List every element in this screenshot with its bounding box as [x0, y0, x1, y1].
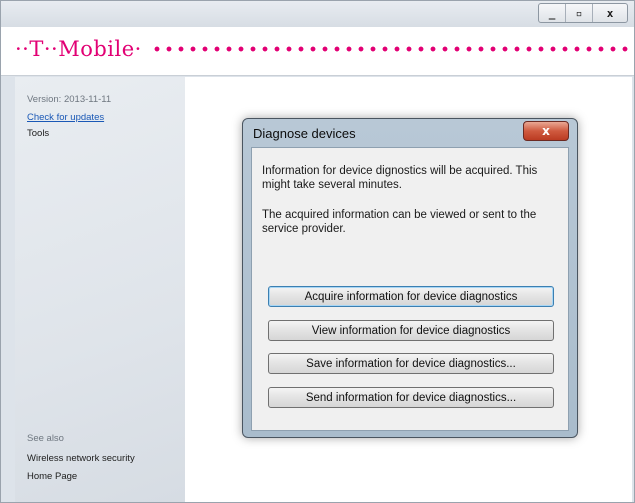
- diagnose-devices-dialog: Diagnose devices x Information for devic…: [242, 118, 578, 438]
- maximize-button[interactable]: ▫: [565, 4, 592, 22]
- acquire-info-button[interactable]: Acquire information for device diagnosti…: [268, 286, 554, 307]
- tmobile-logo: ··T··Mobile·: [15, 37, 142, 61]
- dialog-body: Information for device dignostics will b…: [251, 147, 569, 431]
- brand-dot-line: [151, 45, 631, 52]
- view-info-button[interactable]: View information for device diagnostics: [268, 320, 554, 341]
- dialog-paragraph-2: The acquired information can be viewed o…: [262, 209, 537, 235]
- dialog-title: Diagnose devices: [253, 126, 356, 141]
- send-info-button[interactable]: Send information for device diagnostics.…: [268, 387, 554, 408]
- title-bar: _ ▫ x: [1, 1, 634, 27]
- home-page-link[interactable]: Home Page: [27, 471, 77, 482]
- minimize-button[interactable]: _: [539, 4, 565, 22]
- check-for-updates-link[interactable]: Check for updates: [27, 112, 104, 123]
- tools-link[interactable]: Tools: [27, 128, 49, 139]
- version-label: Version: 2013-11-11: [27, 94, 112, 105]
- dialog-paragraph-1: Information for device dignostics will b…: [262, 165, 538, 191]
- brand-header: ··T··Mobile·: [1, 27, 634, 76]
- sidebar: Version: 2013-11-11 Check for updates To…: [15, 77, 185, 502]
- dialog-close-button[interactable]: x: [523, 121, 569, 141]
- close-icon: x: [542, 124, 550, 138]
- wireless-network-security-link[interactable]: Wireless network security: [27, 453, 135, 464]
- window-controls: _ ▫ x: [538, 3, 628, 23]
- save-info-button[interactable]: Save information for device diagnostics.…: [268, 353, 554, 374]
- see-also-heading: See also: [27, 433, 64, 444]
- close-button[interactable]: x: [592, 4, 627, 22]
